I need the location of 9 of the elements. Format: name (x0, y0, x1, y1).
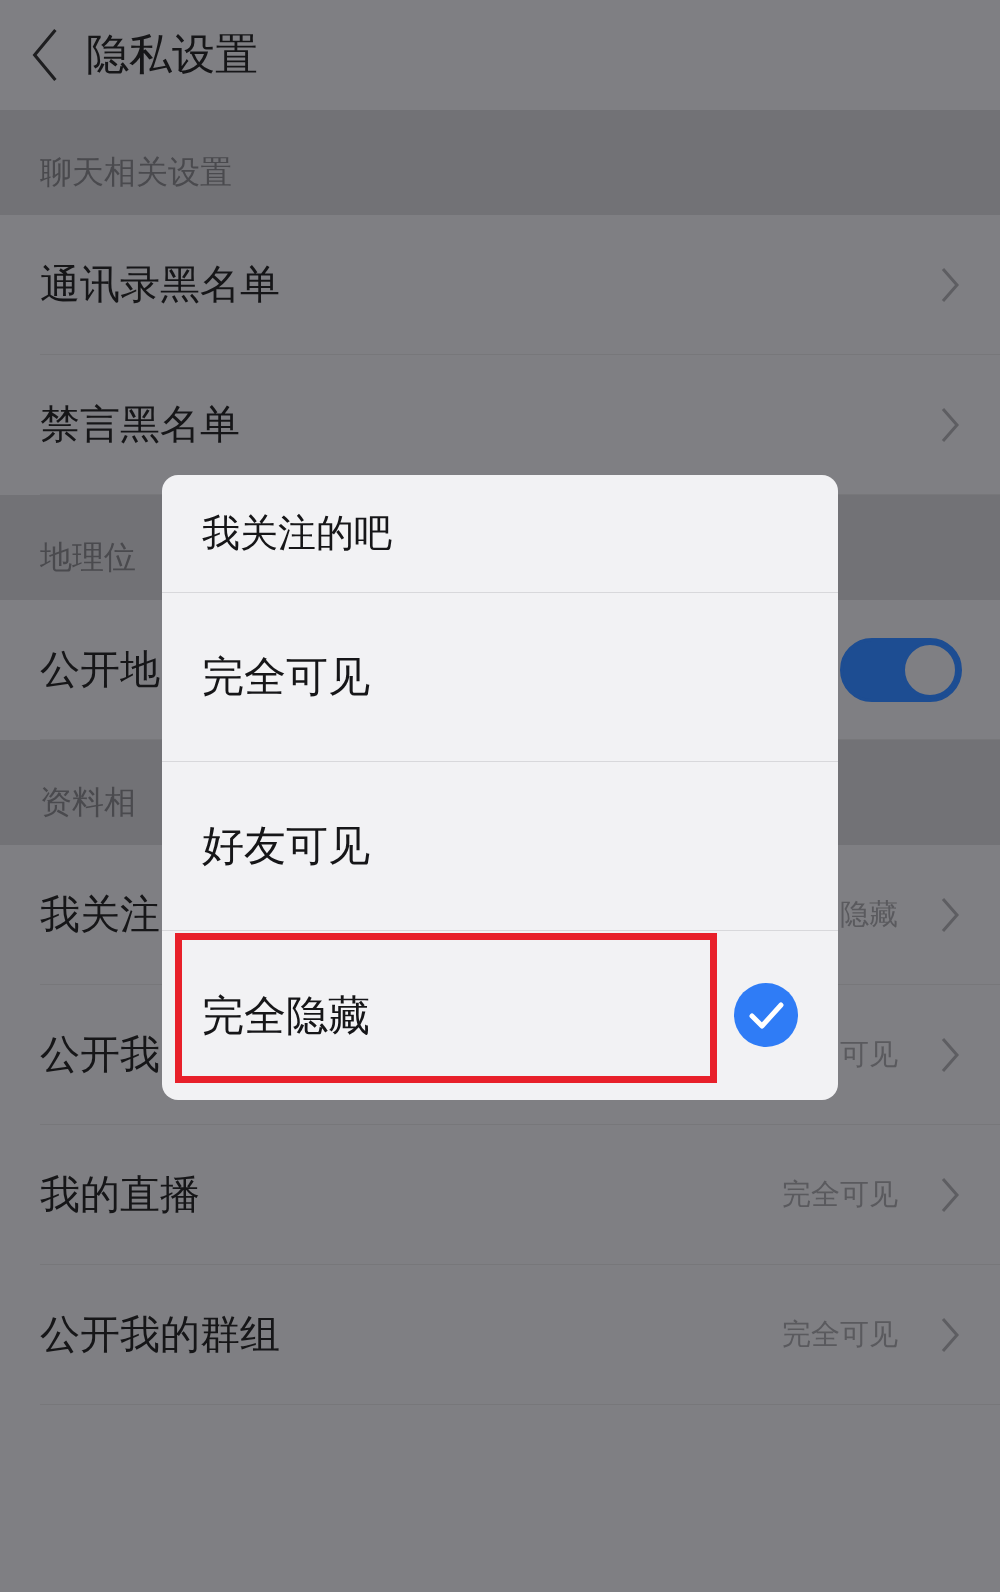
page-title: 隐私设置 (86, 28, 258, 81)
row-label: 我的直播 (40, 1170, 200, 1219)
row-label: 公开地 (40, 645, 160, 694)
row-label: 通讯录黑名单 (40, 260, 280, 309)
dialog-title: 我关注的吧 (162, 475, 838, 593)
row-label: 我关注 (40, 890, 160, 939)
row-label: 公开我 (40, 1030, 160, 1079)
row-label: 公开我的群组 (40, 1310, 280, 1359)
row-label: 禁言黑名单 (40, 400, 240, 449)
